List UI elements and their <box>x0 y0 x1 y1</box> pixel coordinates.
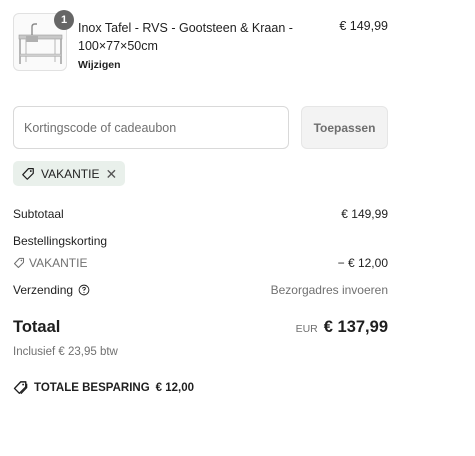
close-icon[interactable]: ✕ <box>105 167 117 181</box>
apply-discount-button[interactable]: Toepassen <box>301 106 388 149</box>
cart-line-item: 1 Inox Tafel - RVS - Gootsteen & Kraan -… <box>13 10 388 73</box>
subtotal-label: Subtotaal <box>13 207 64 221</box>
total-savings-amount: € 12,00 <box>155 381 195 394</box>
currency-code: EUR <box>295 323 318 335</box>
product-thumbnail: 1 <box>13 10 74 71</box>
product-title: Inox Tafel - RVS - Gootsteen & Kraan - 1… <box>78 21 293 53</box>
shipping-value: Bezorgadres invoeren <box>270 283 388 297</box>
order-discount-value: − € 12,00 <box>337 256 388 270</box>
tag-icon <box>13 257 25 269</box>
help-circle-icon[interactable] <box>78 284 90 296</box>
shipping-label: Verzending <box>13 283 74 297</box>
vat-note: Inclusief € 23,95 btw <box>13 346 118 358</box>
total-label: Totaal <box>13 318 61 336</box>
discount-code-input[interactable] <box>13 106 289 149</box>
tags-icon <box>13 380 28 395</box>
order-discount-label: Bestellingskorting <box>13 234 108 248</box>
total-savings-label: TOTALE BESPARING <box>34 381 150 394</box>
total-amount-group: EUR € 137,99 <box>296 318 388 337</box>
subtotal-value: € 149,99 <box>341 207 388 221</box>
total-row: Totaal EUR € 137,99 <box>13 318 388 342</box>
tag-icon <box>21 167 35 181</box>
order-discount-code: VAKANTIE <box>13 256 87 270</box>
edit-product-link[interactable]: Wijzigen <box>78 59 121 71</box>
order-discount-code-text: VAKANTIE <box>29 256 88 270</box>
product-price: € 149,99 <box>339 19 388 33</box>
applied-discount-code: VAKANTIE <box>41 166 100 181</box>
total-amount: € 137,99 <box>323 318 388 336</box>
quantity-badge: 1 <box>54 10 74 30</box>
total-savings: TOTALE BESPARING € 12,00 <box>13 380 194 395</box>
applied-discount-chip: VAKANTIE ✕ <box>13 161 126 186</box>
shipping-label-group: Verzending <box>13 283 90 297</box>
